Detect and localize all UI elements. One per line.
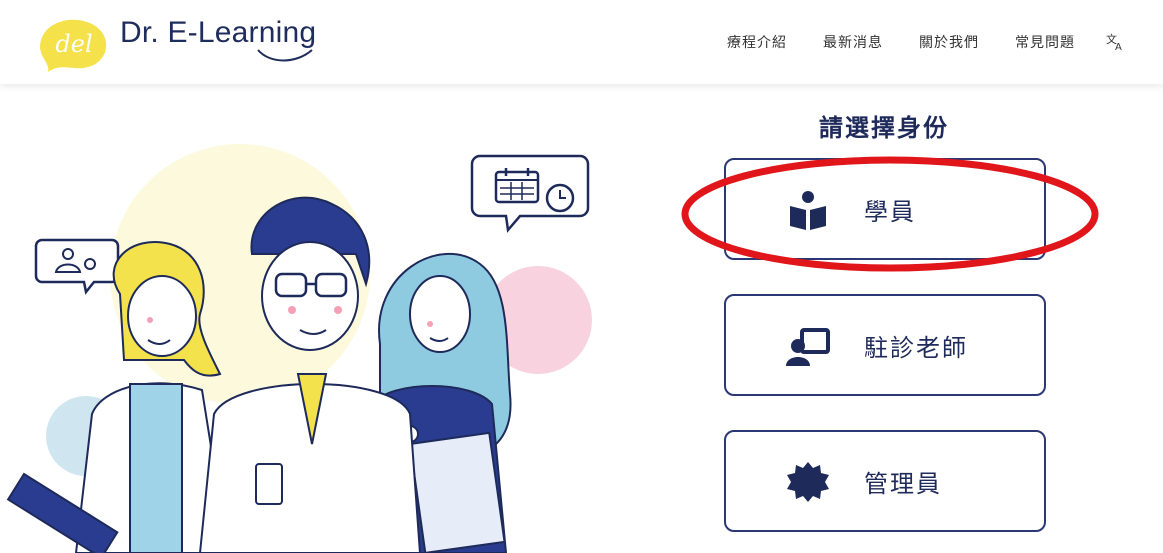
role-student-label: 學員: [864, 198, 916, 226]
nav-news[interactable]: 最新消息: [823, 32, 883, 52]
nav-about[interactable]: 關於我們: [919, 32, 979, 52]
role-teacher-button[interactable]: 駐診老師: [724, 294, 1046, 396]
student-reading-icon: [790, 191, 826, 230]
teacher-presentation-icon: [786, 328, 830, 366]
nav-treatment[interactable]: 療程介紹: [727, 32, 787, 52]
svg-text:A: A: [1115, 42, 1122, 52]
logo-mark-text: del: [55, 30, 92, 58]
translate-icon[interactable]: 文 A: [1105, 32, 1125, 52]
role-admin-button[interactable]: 管理員: [724, 430, 1046, 532]
logo[interactable]: del Dr. E-Learning: [34, 14, 316, 76]
role-select-title: 請選擇身份: [819, 114, 949, 142]
role-admin-label: 管理員: [864, 470, 942, 498]
logo-text: Dr. E-Learning: [120, 16, 317, 49]
doctors-illustration: [6, 144, 592, 553]
site-header: del Dr. E-Learning 療程介紹 最新消息 關於我們 常見問題 文…: [0, 0, 1163, 84]
calendar-clock-bubble-icon: [470, 154, 590, 233]
role-teacher-label: 駐診老師: [864, 334, 968, 362]
admin-gear-icon: [787, 462, 829, 502]
logo-swoosh-icon: [257, 49, 313, 62]
left-doctor-figure: [6, 241, 230, 553]
logo-mark-icon: del: [40, 19, 107, 72]
nav-faq[interactable]: 常見問題: [1015, 32, 1075, 52]
main-nav: 療程介紹 最新消息 關於我們 常見問題 文 A: [691, 32, 1125, 52]
user-settings-bubble-icon: [34, 238, 120, 295]
role-student-button[interactable]: 學員: [724, 158, 1046, 260]
